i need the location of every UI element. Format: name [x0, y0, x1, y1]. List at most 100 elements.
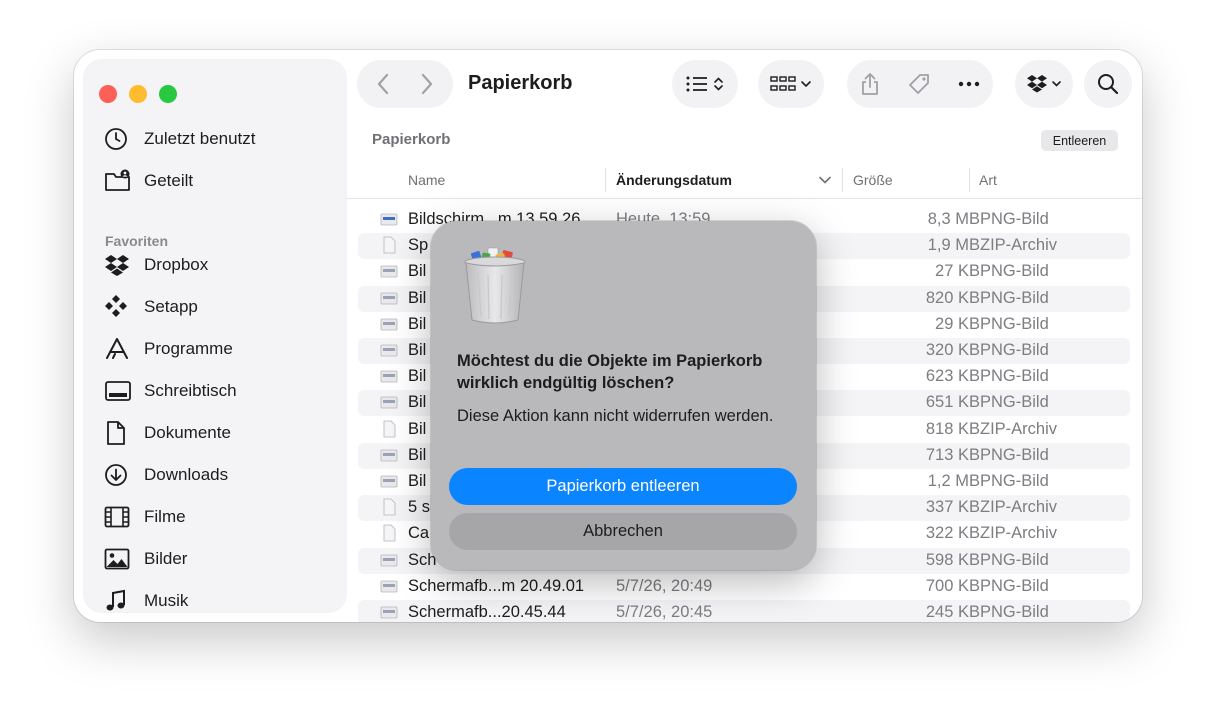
cell-name: 5 s: [408, 498, 431, 517]
sidebar-item-label: Dokumente: [144, 423, 231, 442]
setapp-icon: [104, 294, 134, 320]
search-icon: [1098, 74, 1119, 95]
cell-size: 1,9 MB: [927, 236, 980, 255]
window-title: Papierkorb: [468, 72, 573, 94]
dropbox-menu-button[interactable]: [1015, 60, 1073, 108]
navigation-group: [357, 60, 453, 108]
image-file-icon: [380, 446, 398, 464]
sidebar-item-setapp[interactable]: Setapp: [104, 290, 334, 324]
cell-kind: PNG-Bild: [980, 262, 1049, 281]
cell-size: 27 KB: [935, 262, 980, 281]
file-icon: [380, 498, 398, 516]
cell-size: 320 KB: [925, 341, 980, 359]
column-header-kind[interactable]: Art: [979, 172, 997, 188]
sidebar-item-downloads[interactable]: Downloads: [104, 458, 334, 492]
forward-button[interactable]: [405, 73, 449, 95]
chevron-right-icon: [421, 73, 433, 95]
sidebar-item-pictures[interactable]: Bilder: [104, 542, 334, 576]
download-icon: [104, 462, 134, 488]
cell-kind: PNG-Bild: [980, 576, 1049, 595]
cell-date: 5/7/26, 20:45: [616, 603, 713, 621]
image-file-icon: [380, 289, 398, 307]
cell-name: Bil: [408, 445, 427, 464]
chevron-left-icon: [377, 73, 389, 95]
cell-kind: PNG-Bild: [980, 367, 1049, 386]
finder-window: Zuletzt benutzt Geteilt Favoriten Dropbo…: [74, 50, 1142, 622]
image-file-icon: [380, 551, 398, 569]
trash-full-icon: [464, 247, 526, 324]
cell-size: 818 KB: [925, 419, 980, 438]
column-header-date[interactable]: Änderungsdatum: [616, 172, 732, 188]
column-divider[interactable]: [605, 168, 606, 192]
cell-name: Bil: [408, 288, 427, 307]
image-file-icon: [380, 210, 398, 228]
tag-button[interactable]: [907, 72, 931, 96]
cell-name: Bil: [408, 314, 427, 333]
cell-kind: PNG-Bild: [980, 288, 1049, 307]
sidebar-item-label: Zuletzt benutzt: [144, 129, 256, 148]
dropbox-icon: [104, 252, 134, 278]
table-row[interactable]: Schermafb...20.45.44 5/7/26, 20:45 245 KB P…: [358, 600, 1130, 622]
column-divider[interactable]: [969, 168, 970, 192]
column-divider[interactable]: [842, 168, 843, 192]
empty-trash-button[interactable]: Entleeren: [1041, 130, 1118, 151]
dialog-message: Diese Aktion kann nicht widerrufen werde…: [457, 407, 774, 425]
table-row[interactable]: Schermafb...m 20.49.01 5/7/26, 20:49 700 K…: [358, 574, 1130, 600]
view-options-button[interactable]: [672, 60, 738, 108]
column-header-name[interactable]: Name: [408, 172, 445, 188]
cell-size: 8,3 MB: [927, 210, 980, 228]
close-window-button[interactable]: [99, 85, 117, 103]
sidebar-item-applications[interactable]: Programme: [104, 332, 334, 366]
more-icon: [958, 81, 979, 87]
cell-size: 322 KB: [925, 524, 980, 543]
share-button[interactable]: [860, 72, 880, 96]
cell-kind: PNG-Bild: [980, 603, 1049, 621]
sidebar-item-label: Programme: [144, 339, 233, 358]
group-options-button[interactable]: [758, 60, 824, 108]
zoom-window-button[interactable]: [159, 85, 177, 103]
cell-kind: PNG-Bild: [980, 445, 1049, 464]
cancel-button[interactable]: Abbrechen: [449, 513, 797, 550]
cell-size: 713 KB: [925, 445, 980, 464]
cell-name: Bil: [408, 393, 427, 412]
minimize-window-button[interactable]: [129, 85, 147, 103]
cell-date: 5/7/26, 20:49: [616, 576, 713, 595]
sidebar-item-desktop[interactable]: Schreibtisch: [104, 374, 334, 408]
tag-icon: [909, 74, 929, 94]
sidebar-item-label: Filme: [144, 507, 186, 526]
column-header-size[interactable]: Größe: [853, 172, 893, 188]
cell-size: 820 KB: [925, 288, 980, 307]
image-file-icon: [380, 393, 398, 411]
cell-size: 700 KB: [925, 576, 980, 595]
sidebar-item-recent[interactable]: Zuletzt benutzt: [104, 122, 334, 156]
back-button[interactable]: [361, 73, 405, 95]
image-file-icon: [380, 577, 398, 595]
document-icon: [104, 420, 134, 446]
sidebar-item-documents[interactable]: Dokumente: [104, 416, 334, 450]
search-button[interactable]: [1084, 60, 1132, 108]
empty-trash-confirm-button[interactable]: Papierkorb entleeren: [449, 468, 797, 505]
cell-kind: PNG-Bild: [980, 341, 1049, 359]
favorites-section-label: Favoriten: [105, 233, 169, 249]
sidebar-item-movies[interactable]: Filme: [104, 500, 334, 534]
cell-size: 29 KB: [935, 314, 980, 333]
sidebar-item-dropbox[interactable]: Dropbox: [104, 248, 334, 282]
sidebar-item-label: Schreibtisch: [144, 381, 237, 400]
image-file-icon: [380, 341, 398, 359]
location-label: Papierkorb: [372, 131, 451, 148]
image-file-icon: [380, 315, 398, 333]
cell-kind: PNG-Bild: [980, 472, 1049, 490]
more-button[interactable]: [958, 81, 980, 87]
cell-name: Schermafb...m 20.49.01: [408, 576, 585, 595]
cell-kind: PNG-Bild: [980, 314, 1049, 333]
cell-size: 598 KB: [925, 550, 980, 569]
cell-name: Bil: [408, 262, 427, 281]
sidebar-item-shared[interactable]: Geteilt: [104, 164, 334, 198]
sidebar-item-music[interactable]: Musik: [104, 584, 334, 618]
sidebar-item-label: Geteilt: [144, 171, 194, 190]
desktop-icon: [104, 378, 134, 404]
cell-name: Bil: [408, 367, 427, 386]
cell-kind: PNG-Bild: [980, 550, 1049, 569]
sidebar-item-label: Setapp: [144, 297, 198, 316]
chevron-down-icon: [819, 176, 831, 184]
